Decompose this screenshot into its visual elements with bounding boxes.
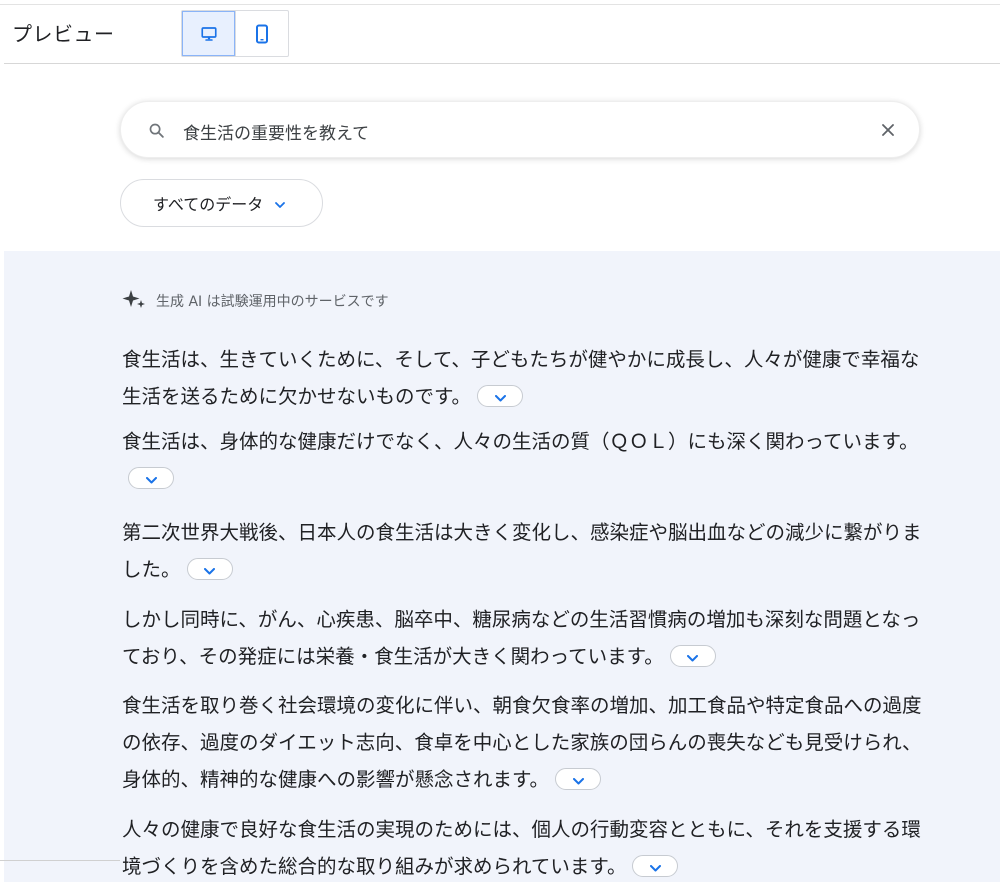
divider <box>0 860 120 861</box>
mobile-view-button[interactable] <box>235 11 288 56</box>
expand-source-button[interactable] <box>632 854 679 877</box>
chevron-down-icon <box>275 194 286 213</box>
answer-text: 第二次世界大戦後、日本人の食生活は大きく変化し、感染症や脳出血などの減少に繋がり… <box>122 521 922 581</box>
answer-paragraph: 食生活は、身体的な健康だけでなく、人々の生活の質（ＱＯＬ）にも深く関わっています… <box>122 423 922 497</box>
chevron-down-icon <box>649 847 661 882</box>
expand-source-button[interactable] <box>669 644 716 667</box>
ai-notice-label: 生成 AI は試験運用中のサービスです <box>156 294 389 310</box>
search-input[interactable]: 食生活の重要性を教えて <box>183 119 369 144</box>
expand-source-button[interactable] <box>128 466 174 489</box>
preview-header: プレビュー <box>0 0 1000 64</box>
answer-text: 食生活を取り巻く社会環境の変化に伴い、朝食欠食率の増加、加工食品や特定食品への過… <box>122 694 922 791</box>
search-icon <box>148 122 165 143</box>
chevron-down-icon <box>204 550 216 587</box>
chevron-down-icon <box>145 459 157 496</box>
ai-notice: 生成 AI は試験運用中のサービスです <box>122 288 389 314</box>
answer-paragraph: しかし同時に、がん、心疾患、脳卒中、糖尿病などの生活習慣病の増加も深刻な問題とな… <box>122 601 922 675</box>
desktop-view-button[interactable] <box>182 11 236 56</box>
chevron-down-icon <box>687 637 699 674</box>
chevron-down-icon <box>494 377 506 414</box>
divider <box>0 4 1000 5</box>
expand-source-button[interactable] <box>555 767 602 790</box>
expand-source-button[interactable] <box>477 384 524 407</box>
answer-paragraph: 食生活を取り巻く社会環境の変化に伴い、朝食欠食率の増加、加工食品や特定食品への過… <box>122 687 922 798</box>
answer-text: しかし同時に、がん、心疾患、脳卒中、糖尿病などの生活習慣病の増加も深刻な問題とな… <box>122 608 921 668</box>
desktop-icon <box>200 25 218 43</box>
device-toggle-group <box>181 10 289 57</box>
chevron-down-icon <box>572 760 584 797</box>
mobile-icon <box>255 24 269 44</box>
search-bar[interactable]: 食生活の重要性を教えて <box>120 101 920 158</box>
filter-label: すべてのデータ <box>153 195 264 214</box>
answer-text: 食生活は、身体的な健康だけでなく、人々の生活の質（ＱＯＬ）にも深く関わっています… <box>122 430 919 453</box>
answer-paragraph: 食生活は、生きていくために、そして、子どもたちが健やかに成長し、人々が健康で幸福… <box>122 341 922 415</box>
data-filter-dropdown[interactable]: すべてのデータ <box>120 179 323 227</box>
answer-paragraph: 第二次世界大戦後、日本人の食生活は大きく変化し、感染症や脳出血などの減少に繋がり… <box>122 514 922 588</box>
answer-text: 人々の健康で良好な食生活の実現のためには、個人の行動変容とともに、それを支援する… <box>122 818 921 878</box>
close-icon[interactable] <box>879 121 897 139</box>
page-title: プレビュー <box>12 22 115 46</box>
sparkle-icon <box>122 288 146 314</box>
divider <box>4 63 1000 64</box>
answer-paragraph: 人々の健康で良好な食生活の実現のためには、個人の行動変容とともに、それを支援する… <box>122 811 922 882</box>
expand-source-button[interactable] <box>186 557 233 580</box>
